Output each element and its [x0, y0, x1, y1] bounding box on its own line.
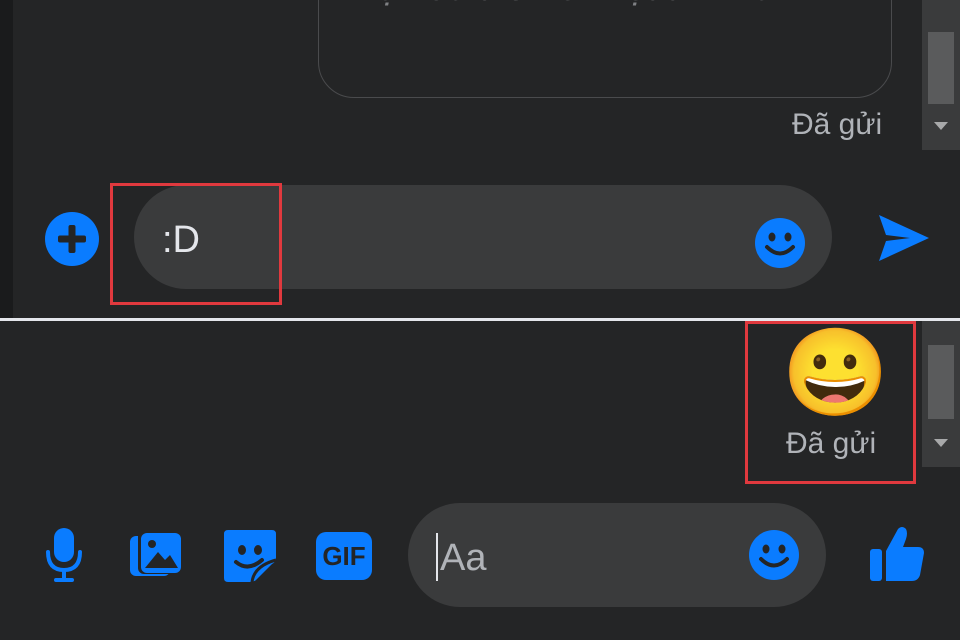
photo-icon[interactable] — [128, 528, 184, 584]
scrollbar-thumb[interactable] — [928, 32, 954, 104]
text-cursor — [436, 533, 438, 581]
gif-icon[interactable]: GIF — [316, 532, 372, 580]
emoji-icon[interactable] — [754, 217, 806, 269]
send-icon[interactable] — [876, 212, 932, 264]
scroll-down-arrow[interactable] — [934, 439, 948, 447]
scrollbar-thumb[interactable] — [928, 345, 954, 419]
microphone-icon[interactable] — [44, 526, 84, 584]
emoji-icon[interactable] — [748, 529, 800, 581]
plus-circle-icon[interactable] — [44, 211, 100, 267]
left-edge — [0, 0, 13, 318]
thumbs-up-icon[interactable] — [868, 525, 926, 583]
message-scrollbar[interactable] — [922, 321, 960, 467]
message-input-placeholder: Aa — [440, 537, 487, 579]
highlight-box-typed-text — [110, 183, 282, 305]
sent-status: Đã gửi — [792, 108, 883, 141]
message-scrollbar[interactable] — [922, 0, 960, 150]
scroll-down-arrow[interactable] — [934, 122, 948, 130]
received-message-text: Bạn đã thu hồi một tin nhắn — [355, 0, 855, 13]
chat-panel-before: Bạn đã thu hồi một tin nhắn Đã gửi :D — [0, 0, 960, 318]
sticker-icon[interactable] — [222, 528, 278, 584]
message-input[interactable]: Aa — [408, 503, 826, 607]
chat-panel-after: 😀 Đã gửi GIF Aa — [0, 321, 960, 640]
highlight-box-sent-emoji — [745, 321, 916, 484]
received-message-bubble[interactable]: Bạn đã thu hồi một tin nhắn — [318, 0, 892, 98]
gif-label: GIF — [322, 541, 366, 571]
